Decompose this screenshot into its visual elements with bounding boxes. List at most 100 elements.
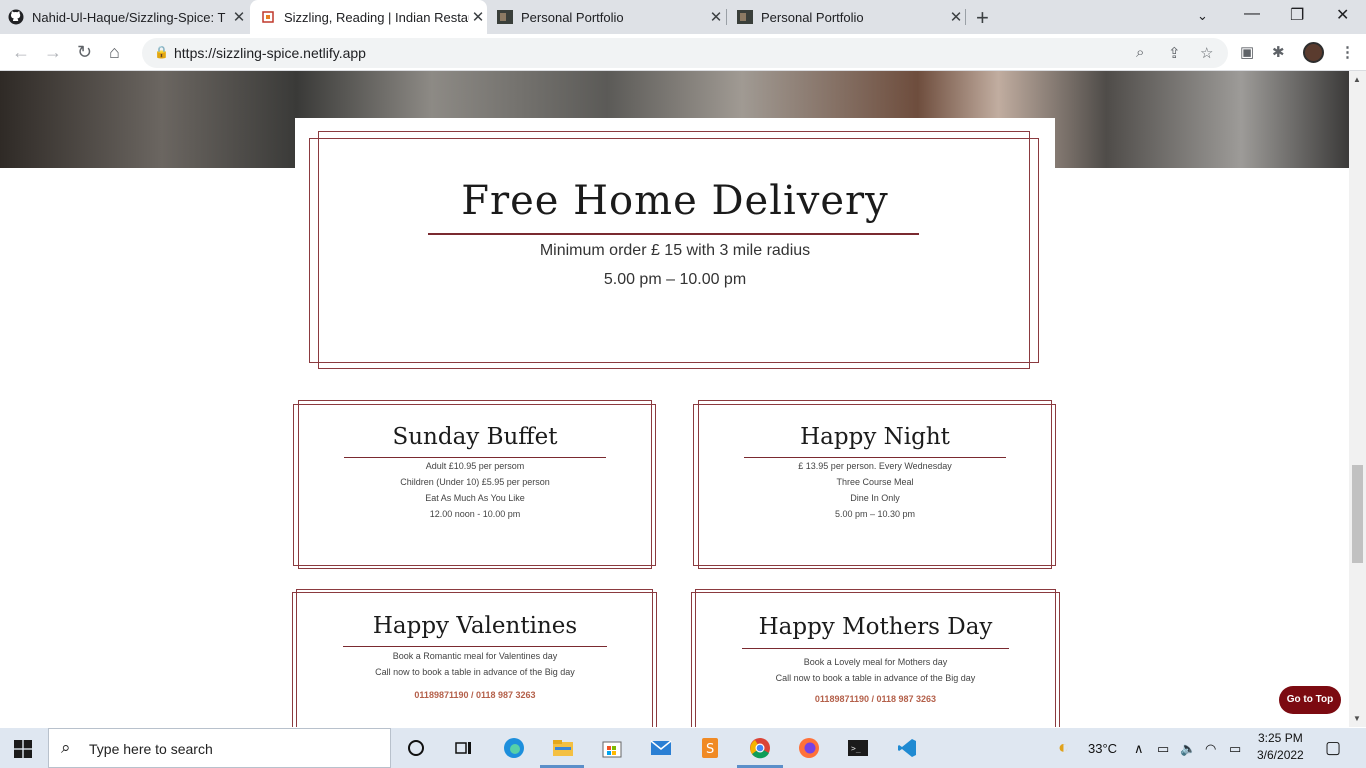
restaurant-logo-icon: [260, 9, 276, 25]
avatar[interactable]: [1303, 42, 1324, 63]
extensions-icon[interactable]: ✱: [1272, 43, 1285, 61]
lock-icon: 🔒: [154, 45, 169, 59]
offer-line: Book a Lovely meal for Mothers day: [803, 657, 948, 667]
tab-search-chevron-icon[interactable]: ⌄: [1197, 8, 1208, 24]
volume-icon[interactable]: 🔈: [1180, 741, 1196, 757]
offer-phone[interactable]: 01189871190 / 0118 987 3263: [291, 690, 659, 700]
offer-title: Happy Valentines: [372, 613, 578, 639]
close-icon[interactable]: ✕: [947, 8, 965, 26]
taskbar-search-box[interactable]: ⌕ Type here to search: [48, 728, 391, 768]
share-icon[interactable]: ⇪: [1168, 44, 1181, 62]
menu-icon[interactable]: ⋮: [1340, 43, 1355, 61]
github-icon: [8, 9, 24, 25]
offer-card-happy-night: Happy Night £ 13.95 per person. Every We…: [692, 400, 1058, 569]
title-divider: [428, 233, 919, 235]
minimize-icon[interactable]: —: [1244, 5, 1260, 23]
offer-card-happy-mothers-day: Happy Mothers Day Book a Lovely meal for…: [690, 589, 1061, 727]
browser-toolbar: ← → ↻ ⌂ 🔒 https://sizzling-spice.netlify…: [0, 34, 1366, 71]
delivery-hours: 5.00 pm – 10.00 pm: [603, 271, 747, 288]
svg-text:>_: >_: [851, 744, 861, 753]
windows-start-icon[interactable]: [14, 740, 32, 763]
search-icon: ⌕: [61, 738, 71, 757]
chevron-up-icon[interactable]: ∧: [1134, 741, 1144, 757]
bookmark-star-icon[interactable]: ☆: [1200, 44, 1213, 62]
meet-now-icon[interactable]: ▭: [1157, 741, 1169, 757]
close-icon[interactable]: ✕: [469, 8, 487, 26]
wifi-icon[interactable]: ◠: [1205, 741, 1216, 757]
mail-icon[interactable]: [648, 736, 674, 760]
edge-icon[interactable]: [501, 736, 527, 760]
close-icon[interactable]: ✕: [230, 8, 248, 26]
tab-separator: [965, 9, 966, 25]
offer-line: Call now to book a table in advance of t…: [775, 673, 976, 683]
offer-card-sunday-buffet: Sunday Buffet Adult £10.95 per persom Ch…: [292, 400, 658, 569]
new-tab-icon[interactable]: +: [976, 5, 989, 31]
portfolio-thumbnail-icon: [497, 9, 513, 25]
firefox-icon[interactable]: [796, 736, 822, 760]
search-placeholder: Type here to search: [89, 741, 213, 757]
notifications-icon[interactable]: ▢: [1325, 738, 1341, 758]
sublime-text-icon[interactable]: S: [697, 736, 723, 760]
scroll-thumb[interactable]: [1352, 465, 1363, 563]
microsoft-store-icon[interactable]: [599, 736, 625, 760]
page-scrollbar[interactable]: ▲ ▼: [1349, 71, 1366, 727]
tab-title: Nahid-Ul-Haque/Sizzling-Spice: T: [32, 9, 226, 25]
vscode-icon[interactable]: [894, 736, 920, 760]
offer-phone[interactable]: 01189871190 / 0118 987 3263: [690, 694, 1061, 704]
title-divider: [742, 648, 1009, 649]
offer-line: Three Course Meal: [836, 477, 914, 487]
offer-line: Book a Romantic meal for Valentines day: [392, 651, 558, 661]
picture-in-picture-icon[interactable]: ▣: [1240, 43, 1254, 61]
free-delivery-card: Free Home Delivery Minimum order £ 15 wi…: [295, 118, 1055, 378]
offer-line: Call now to book a table in advance of t…: [375, 667, 575, 677]
url-text: https://sizzling-spice.netlify.app: [174, 45, 366, 61]
offer-title: Happy Mothers Day: [758, 614, 993, 640]
go-to-top-button[interactable]: Go to Top: [1279, 686, 1341, 714]
task-view-icon[interactable]: [451, 736, 477, 760]
cortana-icon[interactable]: [403, 736, 429, 760]
battery-icon[interactable]: ▭: [1229, 741, 1241, 757]
portfolio-thumbnail-icon: [737, 9, 753, 25]
tab-portfolio-2[interactable]: Personal Portfolio ✕: [737, 0, 965, 34]
close-window-icon[interactable]: ✕: [1336, 5, 1349, 25]
zoom-icon[interactable]: ⌕: [1136, 44, 1144, 61]
tab-portfolio-1[interactable]: Personal Portfolio ✕: [497, 0, 725, 34]
temperature-text[interactable]: 33°C: [1088, 741, 1117, 756]
page-viewport: Free Home Delivery Minimum order £ 15 wi…: [0, 71, 1349, 727]
reload-icon[interactable]: ↻: [77, 42, 92, 63]
close-icon[interactable]: ✕: [707, 8, 725, 26]
offer-line: £ 13.95 per person. Every Wednesday: [798, 461, 952, 471]
title-divider: [344, 457, 606, 458]
taskbar-clock[interactable]: 3:25 PM 3/6/2022: [1257, 731, 1304, 762]
forward-icon[interactable]: →: [44, 42, 62, 63]
tab-title: Personal Portfolio: [521, 9, 624, 25]
tab-separator: [726, 9, 727, 25]
weather-sun-icon[interactable]: ◐: [1058, 737, 1069, 758]
title-divider: [343, 646, 607, 647]
terminal-icon[interactable]: >_: [845, 736, 871, 760]
offer-line: 12.00 noon - 10.00 pm: [429, 509, 521, 519]
delivery-title: Free Home Delivery: [461, 178, 889, 224]
back-icon[interactable]: ←: [12, 42, 30, 63]
offer-title: Happy Night: [800, 424, 950, 450]
delivery-min-order: Minimum order £ 15 with 3 mile radius: [539, 242, 811, 259]
offer-line: Adult £10.95 per persom: [425, 461, 525, 471]
windows-taskbar: ⌕ Type here to search S >_ ◐ 33°C ∧ ▭ 🔈 …: [0, 728, 1366, 768]
chrome-icon[interactable]: [747, 736, 773, 760]
tab-sizzling[interactable]: Sizzling, Reading | Indian Restaur ✕: [250, 0, 487, 34]
scroll-down-icon[interactable]: ▼: [1353, 714, 1361, 723]
address-bar[interactable]: 🔒 https://sizzling-spice.netlify.app ⌕ ⇪…: [142, 38, 1228, 68]
tab-github[interactable]: Nahid-Ul-Haque/Sizzling-Spice: T ✕: [8, 0, 248, 34]
clock-time: 3:25 PM: [1258, 731, 1303, 745]
svg-text:S: S: [706, 742, 714, 757]
offer-line: Eat As Much As You Like: [425, 493, 525, 503]
home-icon[interactable]: ⌂: [109, 42, 120, 63]
tab-title: Personal Portfolio: [761, 9, 864, 25]
restore-icon[interactable]: ❐: [1290, 5, 1304, 25]
offer-line: 5.00 pm – 10.30 pm: [834, 509, 916, 519]
file-explorer-icon[interactable]: [550, 736, 576, 760]
offer-line: Dine In Only: [850, 493, 900, 503]
tab-title: Sizzling, Reading | Indian Restaur: [284, 9, 469, 25]
offer-title: Sunday Buffet: [392, 424, 558, 450]
scroll-up-icon[interactable]: ▲: [1353, 75, 1361, 84]
